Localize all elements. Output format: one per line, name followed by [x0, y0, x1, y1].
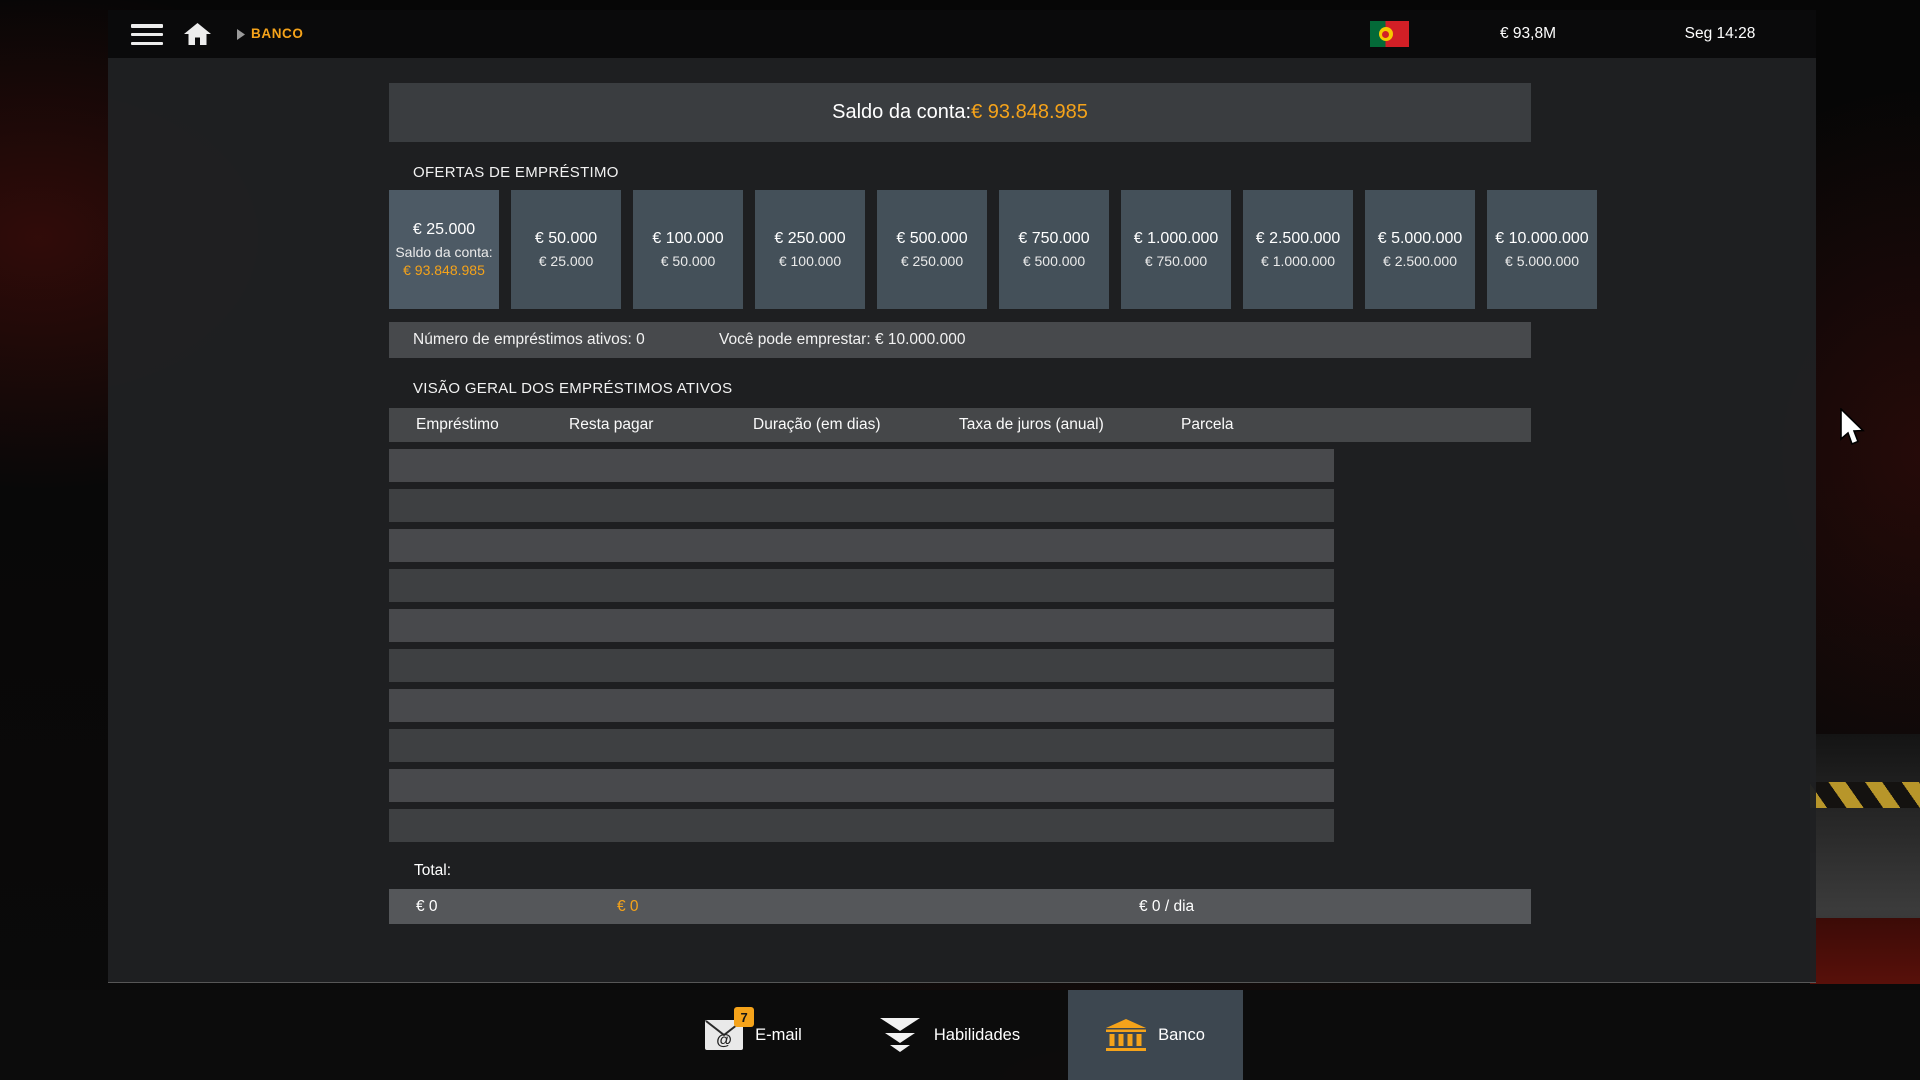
loan-row [389, 729, 1334, 762]
nav-skills[interactable]: Habilidades [850, 990, 1048, 1080]
loan-offer-sub: € 100.000 [779, 252, 841, 270]
column-header: Duração (em dias) [753, 408, 881, 442]
loan-offer-amount: € 500.000 [896, 229, 967, 249]
flag-emblem [1379, 27, 1393, 41]
loan-offer-card[interactable]: € 1.000.000 € 750.000 [1121, 190, 1231, 309]
game-clock: Seg 14:28 [1660, 10, 1780, 58]
nav-skills-label: Habilidades [934, 1026, 1020, 1045]
column-header: Empréstimo [416, 408, 499, 442]
borrow-limit: Você pode emprestar: € 10.000.000 [719, 322, 965, 358]
stacked-chevrons-icon [878, 1018, 922, 1052]
loan-offer-amount: € 750.000 [1018, 229, 1089, 249]
loan-offer-card[interactable]: € 750.000 € 500.000 [999, 190, 1109, 309]
nav-email[interactable]: @ 7 E-mail [677, 990, 830, 1080]
active-loans-title: VISÃO GERAL DOS EMPRÉSTIMOS ATIVOS [413, 380, 732, 397]
money-display: € 93,8M [1468, 10, 1588, 58]
nav-bank-label: Banco [1158, 1026, 1205, 1045]
loan-offer-amount: € 10.000.000 [1495, 229, 1588, 249]
loan-row [389, 649, 1334, 682]
loan-status-bar: Número de empréstimos ativos: 0 Você pod… [389, 322, 1531, 358]
loan-offer-card[interactable]: € 100.000 € 50.000 [633, 190, 743, 309]
menu-icon[interactable] [131, 24, 163, 45]
loan-offer-card[interactable]: € 25.000 Saldo da conta: € 93.848.985 [389, 190, 499, 309]
column-header: Resta pagar [569, 408, 653, 442]
top-bar: BANCO € 93,8M Seg 14:28 [108, 10, 1816, 58]
loan-offer-card[interactable]: € 50.000 € 25.000 [511, 190, 621, 309]
loan-offer-sub: Saldo da conta: € 93.848.985 [393, 243, 495, 279]
total-label: Total: [414, 862, 451, 880]
loan-row [389, 609, 1334, 642]
chevron-right-icon [237, 29, 245, 40]
loan-offer-sub: € 500.000 [1023, 252, 1085, 270]
loan-row [389, 449, 1334, 482]
bank-panel: BANCO € 93,8M Seg 14:28 Saldo da conta: … [108, 10, 1816, 983]
loan-offers: € 25.000 Saldo da conta: € 93.848.985 € 50… [389, 190, 1597, 309]
bottom-bar: @ 7 E-mail Habilidades [0, 990, 1920, 1080]
account-balance-bar: Saldo da conta: € 93.848.985 [389, 83, 1531, 142]
loan-offer-sub: € 2.500.000 [1383, 252, 1457, 270]
loan-row [389, 569, 1334, 602]
totals-bar: € 0 € 0 € 0 / dia [389, 889, 1531, 924]
breadcrumb: BANCO [251, 10, 304, 58]
home-icon[interactable] [184, 22, 211, 46]
email-badge: 7 [734, 1007, 754, 1027]
loan-offer-amount: € 100.000 [652, 229, 723, 249]
loan-offer-sub: € 750.000 [1145, 252, 1207, 270]
loans-table-rows [389, 449, 1334, 849]
loan-offer-card[interactable]: € 2.500.000 € 1.000.000 [1243, 190, 1353, 309]
loan-offer-sub: € 1.000.000 [1261, 252, 1335, 270]
loan-row [389, 489, 1334, 522]
loan-row [389, 529, 1334, 562]
balance-label: Saldo da conta: [832, 101, 971, 124]
loan-offers-title: OFERTAS DE EMPRÉSTIMO [413, 164, 619, 181]
loan-offer-amount: € 50.000 [535, 229, 597, 249]
loan-offer-amount: € 1.000.000 [1134, 229, 1219, 249]
mouse-cursor [1838, 408, 1868, 448]
nav-email-label: E-mail [755, 1026, 802, 1045]
email-icon-wrap: @ 7 [705, 1020, 743, 1050]
loan-offer-card[interactable]: € 10.000.000 € 5.000.000 [1487, 190, 1597, 309]
loan-offer-card[interactable]: € 250.000 € 100.000 [755, 190, 865, 309]
loans-table-header: Empréstimo Resta pagar Duração (em dias) Ta… [389, 408, 1531, 442]
scene-red-object [1810, 918, 1920, 984]
total-loan: € 0 [416, 889, 438, 924]
loan-offer-sub: € 50.000 [661, 252, 716, 270]
loan-row [389, 689, 1334, 722]
total-remaining: € 0 [617, 889, 639, 924]
loan-offer-card[interactable]: € 500.000 € 250.000 [877, 190, 987, 309]
loan-offer-amount: € 5.000.000 [1378, 229, 1463, 249]
column-header: Taxa de juros (anual) [959, 408, 1104, 442]
loan-offer-amount: € 2.500.000 [1256, 229, 1341, 249]
loan-offer-amount: € 250.000 [774, 229, 845, 249]
loan-row [389, 769, 1334, 802]
loan-offer-sub: € 250.000 [901, 252, 963, 270]
column-header: Parcela [1181, 408, 1234, 442]
loan-row [389, 809, 1334, 842]
classical-building-icon [1106, 1019, 1146, 1051]
loan-offer-sub: € 25.000 [539, 252, 594, 270]
portugal-flag-icon [1370, 21, 1409, 47]
loan-offer-card[interactable]: € 5.000.000 € 2.500.000 [1365, 190, 1475, 309]
loan-offer-sub: € 5.000.000 [1505, 252, 1579, 270]
nav-bank[interactable]: Banco [1068, 990, 1243, 1080]
scene-hazard-stripe [1810, 782, 1920, 808]
svg-text:@: @ [716, 1032, 732, 1049]
active-loans-count: Número de empréstimos ativos: 0 [413, 322, 645, 358]
loan-offer-amount: € 25.000 [413, 220, 475, 240]
bottom-nav: @ 7 E-mail Habilidades [0, 990, 1920, 1080]
total-installment: € 0 / dia [1139, 889, 1194, 924]
balance-value: € 93.848.985 [971, 101, 1088, 124]
bank-content: Saldo da conta: € 93.848.985 OFERTAS DE … [108, 58, 1816, 983]
